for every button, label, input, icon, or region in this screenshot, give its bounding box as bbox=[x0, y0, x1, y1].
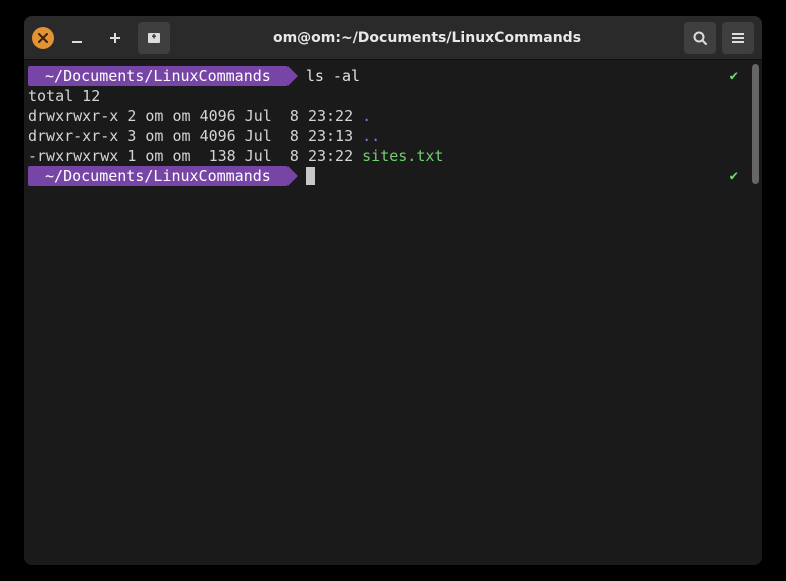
directory-name: .. bbox=[362, 126, 380, 146]
hamburger-menu-icon[interactable] bbox=[722, 22, 754, 54]
search-icon[interactable] bbox=[684, 22, 716, 54]
check-icon: ✔ bbox=[730, 166, 738, 186]
terminal-output[interactable]: ~/Documents/LinuxCommands ls -al✔total 1… bbox=[24, 60, 748, 565]
ls-row: drwxrwxr-x 2 om om 4096 Jul 8 23:22 . bbox=[28, 106, 744, 126]
command-text: ls -al bbox=[306, 66, 360, 86]
directory-name: . bbox=[362, 106, 371, 126]
prompt-path: ~/Documents/LinuxCommands bbox=[28, 66, 288, 86]
prompt-line: ~/Documents/LinuxCommands ls -al ✔ bbox=[28, 66, 744, 86]
titlebar: om@om:~/Documents/LinuxCommands bbox=[24, 16, 762, 60]
minimize-icon[interactable] bbox=[62, 23, 92, 53]
ls-row: -rwxrwxrwx 1 om om 138 Jul 8 23:22 sites… bbox=[28, 146, 744, 166]
check-icon: ✔ bbox=[730, 66, 738, 86]
cursor bbox=[306, 167, 315, 185]
chevron-right-icon bbox=[288, 66, 298, 86]
output-line: total 12 bbox=[28, 86, 744, 106]
close-icon[interactable] bbox=[32, 27, 54, 49]
chevron-right-icon bbox=[288, 166, 298, 186]
scrollbar[interactable] bbox=[748, 60, 762, 565]
file-name: sites.txt bbox=[362, 146, 443, 166]
terminal-window: om@om:~/Documents/LinuxCommands ~/Docume… bbox=[24, 16, 762, 565]
maximize-icon[interactable] bbox=[100, 23, 130, 53]
prompt-line: ~/Documents/LinuxCommands ✔ bbox=[28, 166, 744, 186]
scrollbar-thumb[interactable] bbox=[752, 64, 759, 184]
new-tab-icon[interactable] bbox=[138, 22, 170, 54]
window-title: om@om:~/Documents/LinuxCommands bbox=[178, 30, 676, 46]
ls-row: drwxr-xr-x 3 om om 4096 Jul 8 23:13 .. bbox=[28, 126, 744, 146]
prompt-path: ~/Documents/LinuxCommands bbox=[28, 166, 288, 186]
